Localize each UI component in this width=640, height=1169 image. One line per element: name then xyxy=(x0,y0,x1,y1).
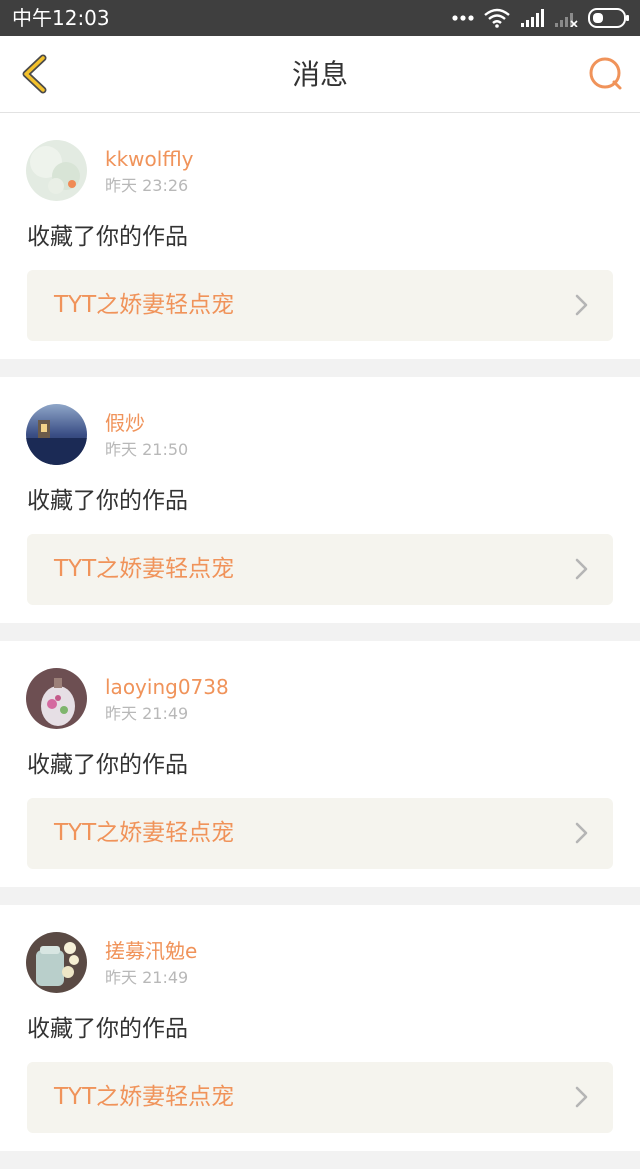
username[interactable]: kkwolffly xyxy=(105,147,194,171)
work-title: TYT之娇妻轻点宠 xyxy=(54,820,235,846)
message-card: laoying0738 昨天 21:49 收藏了你的作品 TYT之娇妻轻点宠 xyxy=(0,641,640,887)
battery-icon xyxy=(588,8,630,28)
username[interactable]: laoying0738 xyxy=(105,675,229,699)
chevron-right-icon xyxy=(575,558,588,580)
action-text: 收藏了你的作品 xyxy=(27,224,188,250)
more-dots-icon xyxy=(452,14,474,22)
username[interactable]: 假炒 xyxy=(105,411,145,435)
action-text: 收藏了你的作品 xyxy=(27,488,188,514)
timestamp: 昨天 23:26 xyxy=(105,176,189,195)
search-button[interactable] xyxy=(586,54,626,94)
page-title: 消息 xyxy=(291,58,348,91)
wifi-icon xyxy=(484,8,510,28)
username[interactable]: 搓募汛勉e xyxy=(105,939,197,963)
signal-icon xyxy=(520,9,544,27)
timestamp: 昨天 21:49 xyxy=(105,704,189,723)
signal-off-icon xyxy=(554,9,578,27)
timestamp: 昨天 21:49 xyxy=(105,968,189,987)
work-title: TYT之娇妻轻点宠 xyxy=(54,556,235,582)
avatar[interactable] xyxy=(26,404,87,465)
avatar[interactable] xyxy=(26,668,87,729)
message-card: 假炒 昨天 21:50 收藏了你的作品 TYT之娇妻轻点宠 xyxy=(0,377,640,623)
message-list: kkwolffly 昨天 23:26 收藏了你的作品 TYT之娇妻轻点宠 假炒 … xyxy=(0,113,640,1169)
chevron-right-icon xyxy=(575,294,588,316)
avatar[interactable] xyxy=(26,932,87,993)
timestamp: 昨天 21:50 xyxy=(105,440,189,459)
work-link[interactable]: TYT之娇妻轻点宠 xyxy=(27,534,613,605)
chevron-right-icon xyxy=(575,1086,588,1108)
work-link[interactable]: TYT之娇妻轻点宠 xyxy=(27,1062,613,1133)
avatar[interactable] xyxy=(26,140,87,201)
work-title: TYT之娇妻轻点宠 xyxy=(54,292,235,318)
action-text: 收藏了你的作品 xyxy=(27,1016,188,1042)
message-card: kkwolffly 昨天 23:26 收藏了你的作品 TYT之娇妻轻点宠 xyxy=(0,113,640,359)
message-card: 搓募汛勉e 昨天 21:49 收藏了你的作品 TYT之娇妻轻点宠 xyxy=(0,905,640,1151)
header: 消息 xyxy=(0,36,640,113)
work-title: TYT之娇妻轻点宠 xyxy=(54,1084,235,1110)
status-time: 中午12:03 xyxy=(12,6,110,30)
work-link[interactable]: TYT之娇妻轻点宠 xyxy=(27,270,613,341)
status-bar: 中午12:03 xyxy=(0,0,640,36)
action-text: 收藏了你的作品 xyxy=(27,752,188,778)
search-icon xyxy=(589,57,622,90)
chevron-right-icon xyxy=(575,822,588,844)
status-icons xyxy=(452,7,630,29)
work-link[interactable]: TYT之娇妻轻点宠 xyxy=(27,798,613,869)
